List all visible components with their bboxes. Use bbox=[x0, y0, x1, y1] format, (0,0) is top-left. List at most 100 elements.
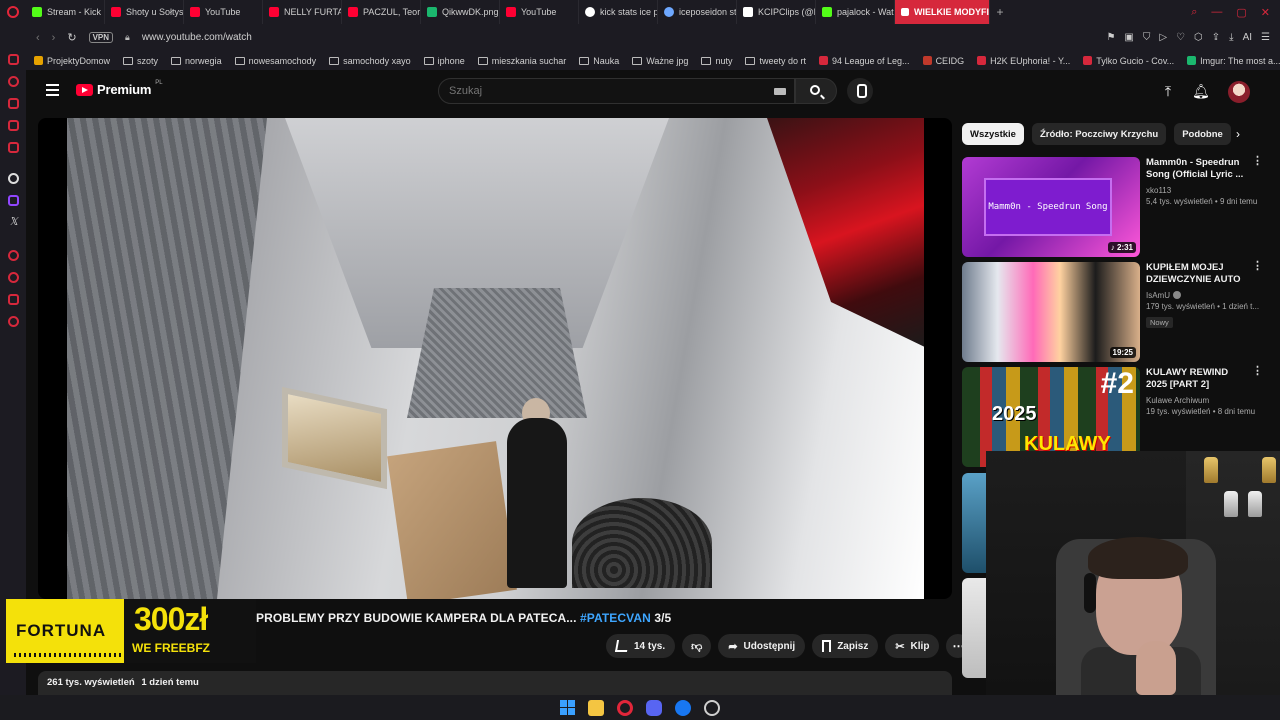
bookmark-item[interactable]: Imgur: The most a... bbox=[1187, 56, 1280, 66]
wallet-icon[interactable] bbox=[8, 98, 19, 109]
bookmark-folder[interactable]: nuty bbox=[701, 56, 732, 66]
hashtag-link[interactable]: #PATECVAN bbox=[580, 611, 651, 625]
browser-tab[interactable]: NELLY FURTADO bbox=[263, 0, 342, 24]
save-button[interactable]: Zapisz bbox=[812, 634, 879, 658]
search-input[interactable] bbox=[449, 85, 769, 97]
recommended-video[interactable]: Mamm0n - Speedrun Song ♪ 2:31 Mamm0n - S… bbox=[962, 156, 1263, 257]
more-options-icon[interactable]: ⋮ bbox=[1252, 156, 1263, 167]
opera-logo-icon[interactable] bbox=[0, 0, 26, 24]
new-tab-button[interactable]: + bbox=[990, 5, 1010, 19]
x-icon[interactable]: 𝕏 bbox=[8, 217, 19, 228]
bookmark-folder[interactable]: Ważne jpg bbox=[632, 56, 688, 66]
bookmark-folder[interactable]: Nauka bbox=[579, 56, 619, 66]
download-icon[interactable]: ⤓ bbox=[1229, 32, 1233, 43]
back-icon[interactable]: ‹ bbox=[36, 32, 40, 44]
chip-all[interactable]: Wszystkie bbox=[962, 123, 1024, 145]
browser-tab[interactable]: QikwwDK.png ( bbox=[421, 0, 500, 24]
more-options-icon[interactable]: ⋮ bbox=[1252, 366, 1263, 377]
like-button[interactable]: 14 tys. bbox=[606, 634, 676, 658]
browser-tab[interactable]: Stream - Kick De bbox=[26, 0, 105, 24]
voice-search-button[interactable] bbox=[847, 78, 873, 104]
video-title-link[interactable]: KUPIŁEM MOJEJ DZIEWCZYNIE AUTO ... bbox=[1146, 262, 1246, 287]
channel-name[interactable]: Kulawe Archiwum bbox=[1146, 395, 1246, 406]
channel-name[interactable]: IsAmU bbox=[1146, 290, 1246, 301]
bookmark-icon[interactable]: ⚑ bbox=[1106, 32, 1115, 43]
forward-icon[interactable]: › bbox=[52, 32, 56, 44]
bookmark-item[interactable]: 94 League of Leg... bbox=[818, 56, 910, 66]
browser-tab[interactable]: iceposeidon stre bbox=[658, 0, 737, 24]
play-icon[interactable]: ▷ bbox=[1159, 32, 1167, 43]
vpn-badge[interactable]: VPN bbox=[88, 32, 114, 43]
video-player[interactable] bbox=[38, 118, 952, 599]
opera-browser-icon[interactable] bbox=[617, 699, 633, 716]
close-window-icon[interactable]: ✕ bbox=[1261, 6, 1270, 19]
bookmark-folder[interactable]: iphone bbox=[423, 56, 465, 66]
url-field[interactable]: www.youtube.com/watch bbox=[142, 32, 252, 43]
aria-icon[interactable] bbox=[8, 54, 19, 65]
browser-tab[interactable]: PACZUL, Teorie bbox=[342, 0, 421, 24]
browser-tab-active[interactable]: WIELKIE MODYFIKAC bbox=[895, 0, 990, 24]
chip-source[interactable]: Źródło: Poczciwy Krzychu bbox=[1031, 123, 1167, 145]
menu-icon[interactable]: ☰ bbox=[1261, 32, 1270, 43]
clock-icon[interactable] bbox=[8, 272, 19, 283]
snapshot-icon[interactable]: ▣ bbox=[1124, 32, 1133, 43]
bookmark-folder[interactable]: samochody xayo bbox=[329, 56, 411, 66]
messenger-icon[interactable] bbox=[8, 120, 19, 131]
browser-tab[interactable]: KCIPClips (@KC bbox=[737, 0, 816, 24]
chevron-right-icon[interactable]: › bbox=[1236, 127, 1240, 141]
discord-icon[interactable] bbox=[646, 699, 662, 716]
aria-ai-button[interactable]: AI bbox=[1243, 32, 1252, 43]
search-box[interactable] bbox=[438, 78, 795, 104]
minimize-icon[interactable]: — bbox=[1211, 6, 1222, 19]
hamburger-menu-icon[interactable] bbox=[46, 84, 59, 96]
player-icon[interactable] bbox=[8, 142, 19, 153]
extensions-sidebar-icon[interactable] bbox=[8, 294, 19, 305]
bookmark-folder[interactable]: mieszkania suchar bbox=[477, 56, 566, 66]
video-title-link[interactable]: KULAWY REWIND 2025 [PART 2] bbox=[1146, 367, 1246, 392]
adblock-icon[interactable]: ⛉ bbox=[1143, 32, 1151, 43]
video-thumbnail[interactable] bbox=[962, 578, 988, 678]
recommended-video[interactable]: 19:25 KUPIŁEM MOJEJ DZIEWCZYNIE AUTO ...… bbox=[962, 261, 1263, 362]
browser-tab[interactable]: pajalock - Watc bbox=[816, 0, 895, 24]
bookmark-folder[interactable]: szoty bbox=[123, 56, 158, 66]
bookmark-item[interactable]: ProjektyDomow bbox=[34, 56, 110, 66]
notifications-bell-icon[interactable]: 🔔︎ bbox=[1192, 83, 1210, 99]
avatar[interactable] bbox=[1228, 81, 1250, 103]
video-thumbnail[interactable]: 19:25 bbox=[962, 262, 1140, 362]
browser-tab[interactable]: Shoty u Sołtysa bbox=[105, 0, 184, 24]
speaker-icon[interactable] bbox=[901, 8, 909, 16]
search-tabs-icon[interactable]: ⌕ bbox=[1191, 6, 1197, 19]
bookmark-item[interactable]: Tylko Gucio - Cov... bbox=[1083, 56, 1174, 66]
youtube-logo[interactable]: Premium PL bbox=[76, 80, 163, 97]
clip-button[interactable]: ✂ Klip bbox=[885, 634, 940, 658]
share-page-icon[interactable]: ⇪ bbox=[1212, 32, 1220, 43]
browser-tab[interactable]: YouTube bbox=[500, 0, 579, 24]
dislike-button[interactable]: 👎︎ bbox=[682, 634, 712, 658]
steam-icon[interactable] bbox=[704, 699, 720, 716]
history-icon[interactable] bbox=[8, 76, 19, 87]
browser-tab[interactable]: kick stats ice po bbox=[579, 0, 658, 24]
video-title-link[interactable]: Mamm0n - Speedrun Song (Official Lyric .… bbox=[1146, 157, 1246, 182]
browser-tab[interactable]: YouTube bbox=[184, 0, 263, 24]
channel-name[interactable]: xko113 bbox=[1146, 185, 1246, 196]
description-box[interactable]: 261 tys. wyświetleń 1 dzień temu bbox=[38, 671, 952, 695]
maximize-icon[interactable]: ▢ bbox=[1236, 6, 1246, 19]
bookmark-item[interactable]: H2K EUphoria! - Y... bbox=[977, 56, 1070, 66]
messenger-app-icon[interactable] bbox=[675, 699, 691, 716]
reload-icon[interactable]: ↻ bbox=[67, 31, 76, 44]
video-thumbnail[interactable]: Mamm0n - Speedrun Song ♪ 2:31 bbox=[962, 157, 1140, 257]
twitch-icon[interactable] bbox=[8, 195, 19, 206]
extensions-icon[interactable]: ⬡ bbox=[1194, 32, 1203, 43]
bookmark-folder[interactable]: norwegia bbox=[171, 56, 222, 66]
search-button[interactable] bbox=[795, 78, 837, 104]
share-button[interactable]: ➦ Udostępnij bbox=[718, 634, 806, 658]
windows-start-icon[interactable] bbox=[560, 700, 575, 715]
more-options-icon[interactable]: ⋮ bbox=[1252, 261, 1263, 272]
chip-related[interactable]: Podobne bbox=[1174, 123, 1231, 145]
keyboard-icon[interactable] bbox=[774, 88, 786, 95]
bookmark-folder[interactable]: nowesamochody bbox=[234, 56, 316, 66]
bookmark-folder[interactable]: tweety do rt bbox=[745, 56, 806, 66]
chatgpt-icon[interactable] bbox=[8, 173, 19, 184]
heart-icon[interactable]: ♡ bbox=[1176, 32, 1185, 43]
pinboard-icon[interactable] bbox=[8, 250, 19, 261]
